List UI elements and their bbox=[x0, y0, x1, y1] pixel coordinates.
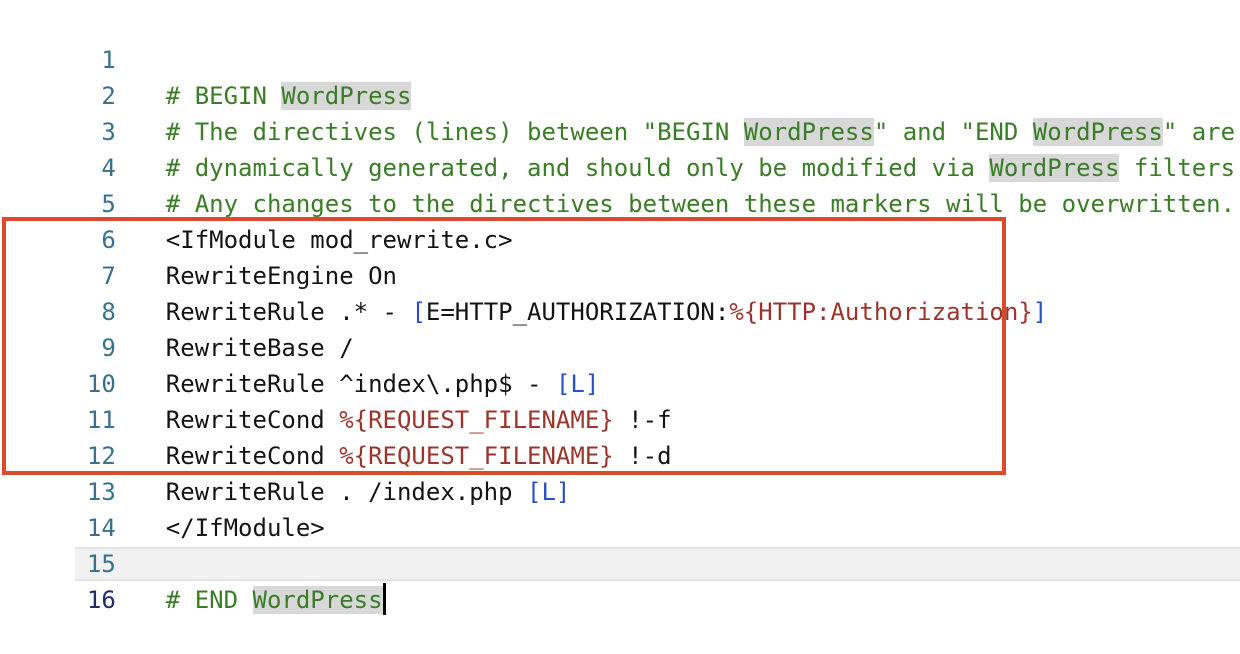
line-content: RewriteCond %{REQUEST_FILENAME} !-f bbox=[166, 402, 672, 438]
code-segment: RewriteBase / bbox=[166, 334, 354, 362]
code-segment: RewriteRule . /index.php bbox=[166, 478, 527, 506]
code-segment: E=HTTP_AUTHORIZATION: bbox=[426, 298, 729, 326]
line-number[interactable]: 12 bbox=[58, 438, 116, 474]
highlighted-word: WordPress bbox=[744, 118, 874, 146]
line-number[interactable]: 1 bbox=[58, 42, 116, 78]
line-content: # dynamically generated, and should only… bbox=[166, 150, 1240, 186]
line-number[interactable]: 10 bbox=[58, 366, 116, 402]
line-number[interactable]: 2 bbox=[58, 78, 116, 114]
code-segment: !-d bbox=[614, 442, 672, 470]
line-number[interactable]: 11 bbox=[58, 402, 116, 438]
code-line[interactable]: 16# END WordPress bbox=[0, 546, 1240, 582]
code-segment: [ bbox=[411, 298, 425, 326]
code-segment: ] bbox=[1033, 298, 1047, 326]
line-content: RewriteCond %{REQUEST_FILENAME} !-d bbox=[166, 438, 672, 474]
code-segment: # dynamically generated, and should only… bbox=[166, 154, 990, 182]
line-content: # The directives (lines) between "BEGIN … bbox=[166, 114, 1235, 150]
line-number[interactable]: 15 bbox=[58, 546, 116, 582]
line-number[interactable]: 16 bbox=[58, 582, 116, 618]
code-segment: # Any changes to the directives between … bbox=[166, 190, 1235, 218]
code-segment: # The directives (lines) between "BEGIN bbox=[166, 118, 744, 146]
current-line-highlight bbox=[75, 547, 1240, 581]
code-segment: [L] bbox=[527, 478, 570, 506]
code-segment: [L] bbox=[556, 370, 599, 398]
line-content: RewriteBase / bbox=[166, 330, 354, 366]
code-segment: %{HTTP:Authorization} bbox=[729, 298, 1032, 326]
code-segment: %{REQUEST_FILENAME} bbox=[339, 442, 614, 470]
code-segment: RewriteRule .* - bbox=[166, 298, 412, 326]
line-number[interactable]: 13 bbox=[58, 474, 116, 510]
code-segment: " are bbox=[1163, 118, 1235, 146]
line-content: # BEGIN WordPress bbox=[166, 78, 412, 114]
line-content: </IfModule> bbox=[166, 510, 325, 546]
code-segment: # BEGIN bbox=[166, 82, 282, 110]
code-segment: RewriteCond bbox=[166, 442, 339, 470]
line-content: # END WordPress bbox=[166, 582, 386, 618]
code-segment: RewriteCond bbox=[166, 406, 339, 434]
highlighted-word: WordPress bbox=[253, 586, 383, 614]
line-content: RewriteEngine On bbox=[166, 258, 397, 294]
code-lines: 1 2# BEGIN WordPress 3# The directives (… bbox=[0, 6, 1240, 582]
text-cursor bbox=[383, 583, 386, 615]
line-number[interactable]: 8 bbox=[58, 294, 116, 330]
line-number[interactable]: 4 bbox=[58, 150, 116, 186]
code-editor[interactable]: 1 2# BEGIN WordPress 3# The directives (… bbox=[0, 0, 1240, 598]
highlighted-word: WordPress bbox=[989, 154, 1119, 182]
code-line[interactable]: 1 bbox=[0, 6, 1240, 42]
line-number[interactable]: 3 bbox=[58, 114, 116, 150]
code-segment: RewriteEngine On bbox=[166, 262, 397, 290]
line-content: RewriteRule ^index\.php$ - [L] bbox=[166, 366, 600, 402]
line-content: RewriteRule . /index.php [L] bbox=[166, 474, 571, 510]
code-segment: <IfModule mod_rewrite.c> bbox=[166, 226, 513, 254]
line-number[interactable]: 5 bbox=[58, 186, 116, 222]
code-segment: !-f bbox=[614, 406, 672, 434]
line-content: RewriteRule .* - [E=HTTP_AUTHORIZATION:%… bbox=[166, 294, 1047, 330]
line-content: <IfModule mod_rewrite.c> bbox=[166, 222, 513, 258]
code-segment: %{REQUEST_FILENAME} bbox=[339, 406, 614, 434]
code-segment: RewriteRule ^index\.php$ - bbox=[166, 370, 556, 398]
line-number[interactable]: 7 bbox=[58, 258, 116, 294]
line-number[interactable]: 9 bbox=[58, 330, 116, 366]
line-number[interactable]: 14 bbox=[58, 510, 116, 546]
code-segment: # END bbox=[166, 586, 253, 614]
code-segment: " and "END bbox=[874, 118, 1033, 146]
code-segment: filters. bbox=[1119, 154, 1240, 182]
highlighted-word: WordPress bbox=[1033, 118, 1163, 146]
code-line[interactable]: 2# BEGIN WordPress bbox=[0, 42, 1240, 78]
line-number[interactable]: 6 bbox=[58, 222, 116, 258]
highlighted-word: WordPress bbox=[281, 82, 411, 110]
line-content: # Any changes to the directives between … bbox=[166, 186, 1235, 222]
code-segment: </IfModule> bbox=[166, 514, 325, 542]
